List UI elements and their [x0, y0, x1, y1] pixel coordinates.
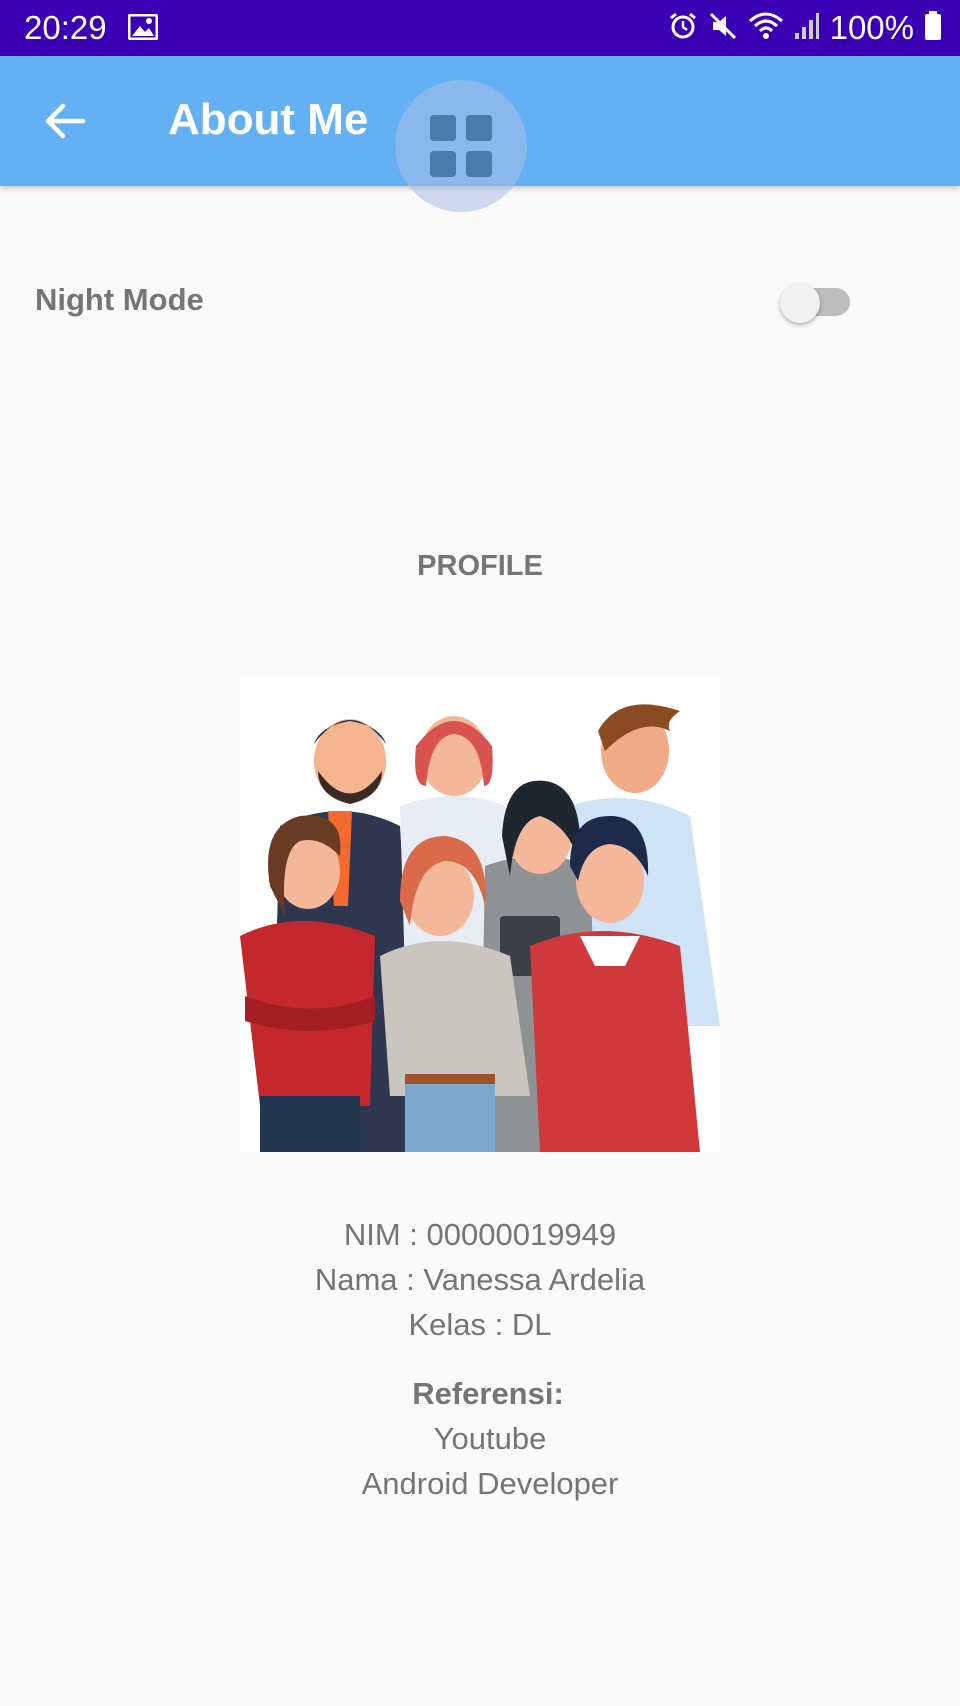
mute-icon	[708, 11, 738, 46]
reference-item: Youtube	[433, 1421, 547, 1456]
people-illustration	[240, 676, 720, 1152]
signal-icon	[794, 11, 820, 46]
reference-item: Android Developer	[361, 1466, 619, 1501]
status-bar: 20:29 100%	[0, 0, 960, 56]
alarm-icon	[668, 11, 698, 46]
team-illustration	[240, 676, 720, 1152]
app-bar: About Me	[0, 56, 960, 212]
kelas-text: Kelas : DL	[408, 1307, 552, 1342]
page-title: About Me	[168, 95, 369, 144]
profile-heading: PROFILE	[417, 550, 543, 582]
wifi-icon	[748, 11, 784, 46]
night-mode-switch[interactable]	[780, 283, 852, 323]
image-icon	[127, 13, 159, 45]
status-icons: 100%	[668, 8, 942, 48]
nim-text: NIM : 00000019949	[343, 1217, 617, 1252]
battery-icon	[924, 10, 942, 46]
back-button[interactable]	[30, 88, 100, 158]
referensi-label: Referensi:	[412, 1376, 564, 1411]
status-time: 20:29	[24, 9, 107, 46]
nama-text: Nama : Vanessa Ardelia	[314, 1262, 646, 1297]
night-mode-label: Night Mode	[35, 282, 204, 317]
grid-icon	[430, 115, 492, 177]
battery-percent: 100%	[829, 9, 914, 46]
switch-thumb	[780, 283, 820, 323]
floating-menu-button[interactable]	[395, 80, 527, 212]
arrow-left-icon	[43, 101, 87, 146]
